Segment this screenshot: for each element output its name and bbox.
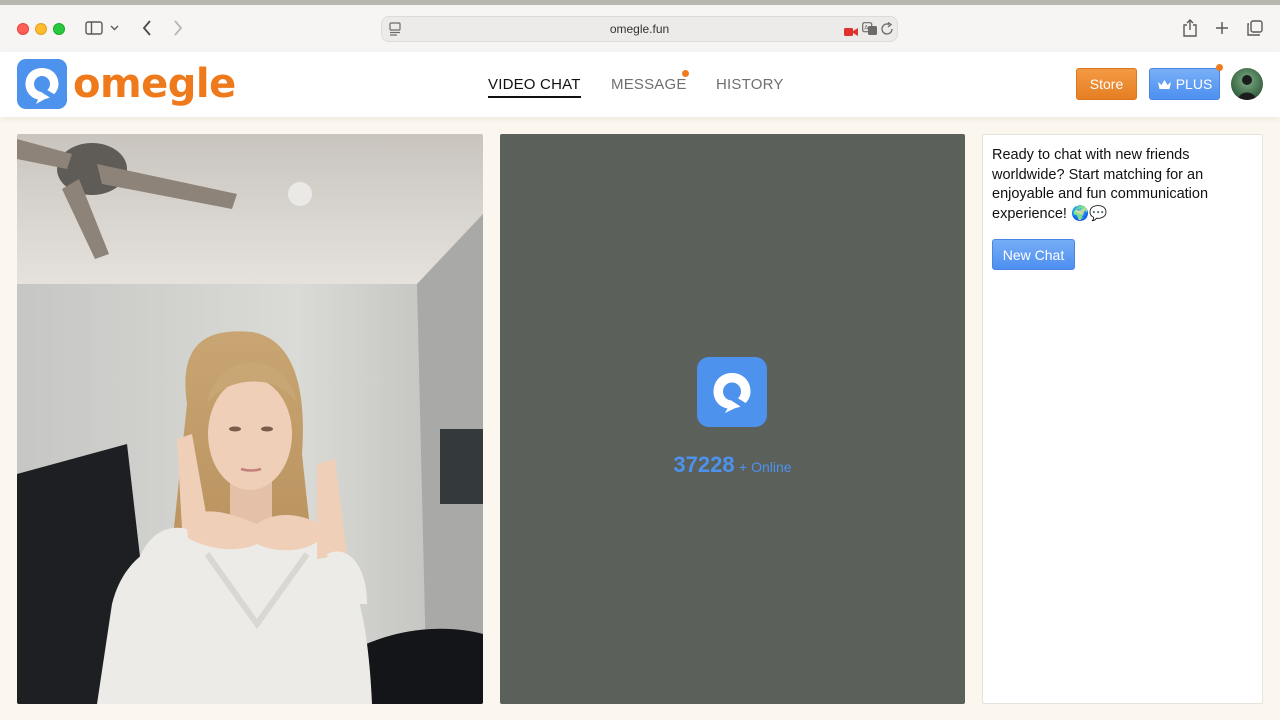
omegle-logo-icon (697, 357, 767, 427)
reload-icon[interactable] (881, 21, 894, 41)
new-chat-button[interactable]: New Chat (992, 239, 1075, 270)
address-text: omegle.fun (609, 22, 670, 36)
sidebar-toggle-icon[interactable] (83, 17, 105, 39)
nav-history[interactable]: HISTORY (716, 76, 784, 93)
store-button[interactable]: Store (1076, 68, 1137, 100)
crown-icon (1157, 79, 1171, 89)
chat-panel: Ready to chat with new friends worldwide… (982, 134, 1263, 704)
logo-wordmark: omegle (73, 61, 236, 107)
back-arrow-icon[interactable] (136, 17, 158, 39)
address-bar[interactable]: omegle.fun A (381, 16, 898, 42)
zoom-window-button[interactable] (53, 23, 65, 35)
translate-icon[interactable]: A (862, 22, 878, 41)
chevron-down-icon[interactable] (107, 17, 121, 39)
camera-in-use-icon[interactable] (844, 24, 858, 42)
site-logo[interactable]: omegle (17, 59, 236, 109)
online-count: 37228 (673, 452, 735, 477)
omegle-logo-icon (17, 59, 67, 109)
welcome-message: Ready to chat with new friends worldwide… (992, 147, 1209, 222)
nav-message[interactable]: MESSAGE (611, 76, 687, 93)
plus-button-label: PLUS (1175, 76, 1213, 92)
remote-video-panel: 37228 + Online (500, 134, 965, 704)
local-video-panel (17, 134, 483, 704)
site-header: omegle VIDEO CHAT MESSAGE HISTORY Store … (0, 52, 1280, 117)
store-button-label: Store (1089, 76, 1124, 92)
nav-video-chat[interactable]: VIDEO CHAT (488, 76, 581, 98)
close-window-button[interactable] (17, 23, 29, 35)
plus-button[interactable]: PLUS (1149, 68, 1220, 100)
minimize-window-button[interactable] (35, 23, 47, 35)
local-camera-feed (17, 134, 483, 704)
new-chat-button-label: New Chat (1002, 246, 1065, 263)
share-icon[interactable] (1179, 17, 1201, 39)
tab-overview-icon[interactable] (1244, 17, 1266, 39)
plus-notification-dot (1216, 64, 1223, 71)
forward-arrow-icon[interactable] (167, 17, 189, 39)
browser-toolbar: omegle.fun A (0, 5, 1280, 53)
avatar[interactable] (1231, 68, 1263, 100)
new-tab-icon[interactable] (1211, 17, 1233, 39)
message-notification-dot (682, 70, 689, 77)
online-label: + Online (739, 459, 792, 475)
online-counter: 37228 + Online (500, 452, 965, 478)
